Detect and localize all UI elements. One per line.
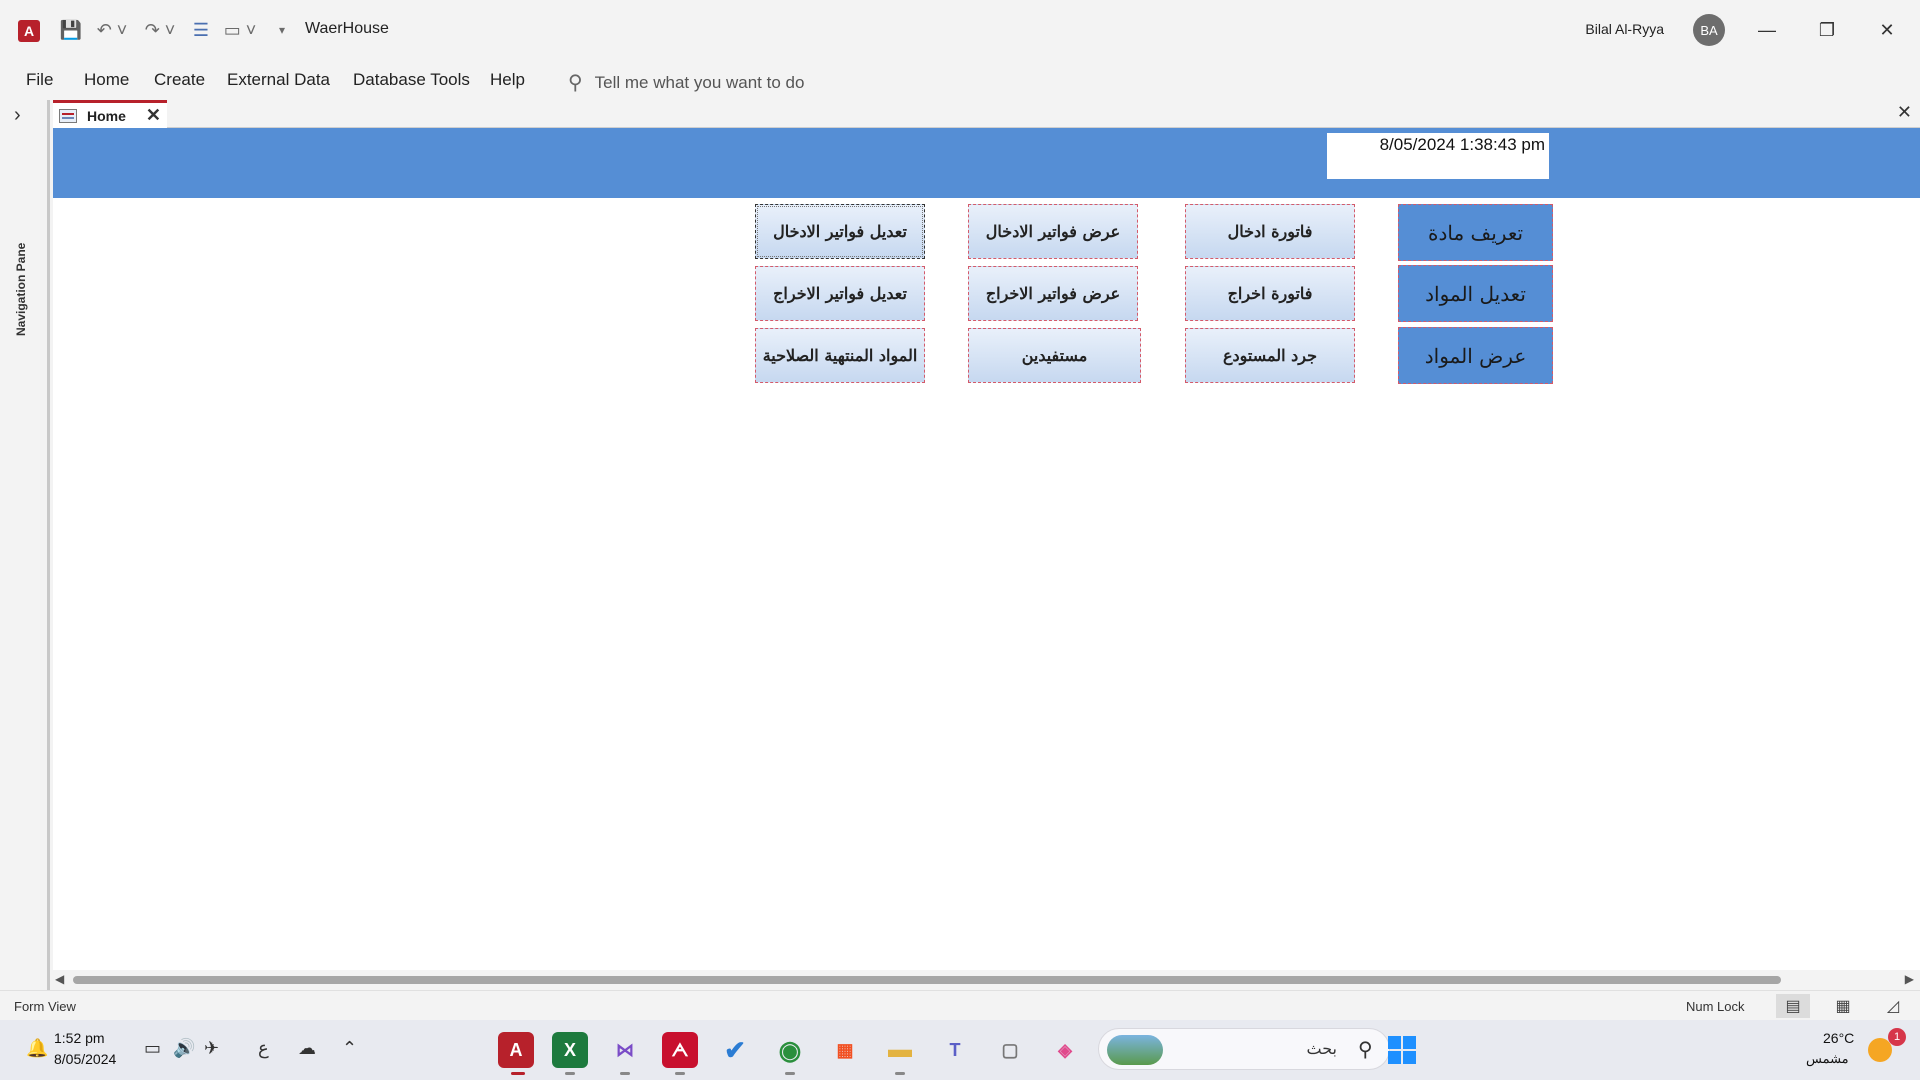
file-explorer-taskbar-icon[interactable]: ▬ [882, 1032, 918, 1068]
todo-taskbar-icon[interactable]: ✔ [717, 1032, 753, 1068]
undo-icon[interactable]: ↶ ˅ [92, 16, 132, 44]
layout-view-icon[interactable]: ▦ [1826, 994, 1860, 1018]
acrobat-taskbar-icon[interactable]: ᗅ [662, 1032, 698, 1068]
clock-date[interactable]: 8/05/2024 [54, 1051, 116, 1067]
battery-icon[interactable]: ▭ [144, 1038, 161, 1059]
minimize-button[interactable]: — [1744, 12, 1790, 48]
input-invoice-button[interactable]: فاتورة ادخال [1185, 204, 1355, 259]
navigation-pane-label[interactable]: Navigation Pane [14, 243, 28, 336]
close-document-icon[interactable]: ✕ [1897, 102, 1912, 123]
navigation-pane[interactable]: › Navigation Pane [0, 100, 50, 990]
view-output-invoices-button[interactable]: عرض فواتير الاخراج [968, 266, 1138, 321]
volume-icon[interactable]: 🔊 [173, 1038, 195, 1059]
horizontal-scrollbar[interactable]: ◀ ▶ [53, 970, 1920, 990]
scroll-left-icon[interactable]: ◀ [55, 972, 64, 986]
teams-taskbar-icon[interactable]: T [937, 1032, 973, 1068]
ribbon: File Home Create External Data Database … [0, 60, 1920, 100]
edit-input-invoices-button[interactable]: تعديل فواتير الادخال [755, 204, 925, 259]
store-taskbar-icon[interactable]: ▦ [827, 1032, 863, 1068]
title-bar: A 💾 ↶ ˅ ↷ ˅ ☰ ▭ ˅ ▾ WaerHouse Bilal Al-R… [0, 0, 1920, 60]
tell-me-text: Tell me what you want to do [594, 72, 805, 92]
customize-qat-icon[interactable]: ▾ [272, 16, 292, 44]
access-icon[interactable]: A [18, 20, 40, 42]
define-item-button[interactable]: تعريف مادة [1398, 204, 1553, 261]
view-items-button[interactable]: عرض المواد [1398, 327, 1553, 384]
user-name[interactable]: Bilal Al-Ryya [1585, 21, 1664, 37]
language-indicator[interactable]: ع [258, 1038, 269, 1059]
excel-taskbar-icon[interactable]: X [552, 1032, 588, 1068]
tell-me-search[interactable]: ⚲ Tell me what you want to do [568, 70, 804, 95]
weather-temperature[interactable]: 26°C [1823, 1030, 1854, 1046]
running-indicator [565, 1072, 575, 1075]
close-button[interactable]: ✕ [1864, 12, 1910, 48]
list-view-icon[interactable]: ☰ [188, 16, 214, 44]
access-taskbar-icon[interactable]: A [498, 1032, 534, 1068]
restore-button[interactable]: ❐ [1804, 12, 1850, 48]
airplane-icon[interactable]: ✈ [204, 1038, 219, 1059]
redo-icon[interactable]: ↷ ˅ [140, 16, 180, 44]
bell-icon[interactable]: 🔔 [26, 1038, 48, 1059]
expired-items-button[interactable]: المواد المنتهية الصلاحية [755, 328, 925, 383]
tab-help[interactable]: Help [490, 70, 525, 90]
taskbar-search[interactable]: بحث ⚲ [1098, 1028, 1390, 1070]
edit-items-button[interactable]: تعديل المواد [1398, 265, 1553, 322]
form-icon [59, 108, 77, 123]
cloud-icon[interactable]: ☁ [298, 1038, 316, 1059]
running-indicator [675, 1072, 685, 1075]
search-highlight-image [1107, 1035, 1163, 1065]
preview-app-taskbar-icon[interactable]: ◈ [1047, 1032, 1083, 1068]
tab-external-data[interactable]: External Data [227, 70, 330, 90]
form-header: 8/05/2024 1:38:43 pm [53, 128, 1920, 198]
view-icon[interactable]: ▭ ˅ [220, 16, 260, 44]
doc-tab-label: Home [87, 107, 126, 124]
tab-file[interactable]: File [26, 70, 53, 90]
search-placeholder: بحث [1306, 1041, 1338, 1058]
window-title: WaerHouse [305, 20, 389, 37]
scroll-right-icon[interactable]: ▶ [1905, 972, 1914, 986]
output-invoice-button[interactable]: فاتورة اخراج [1185, 266, 1355, 321]
numlock-indicator: Num Lock [1686, 999, 1745, 1014]
notepad-taskbar-icon[interactable]: ▢ [992, 1032, 1028, 1068]
beneficiaries-button[interactable]: مستفيدين [968, 328, 1141, 383]
view-status: Form View [14, 999, 76, 1014]
form-view-icon[interactable]: ▤ [1776, 994, 1810, 1018]
visual-studio-taskbar-icon[interactable]: ⋈ [607, 1032, 643, 1068]
status-bar: Form View Num Lock ▤ ▦ ◿ [0, 990, 1920, 1020]
running-indicator [895, 1072, 905, 1075]
edit-output-invoices-button[interactable]: تعديل فواتير الاخراج [755, 266, 925, 321]
design-view-icon[interactable]: ◿ [1876, 994, 1910, 1018]
warehouse-inventory-button[interactable]: جرد المستودع [1185, 328, 1355, 383]
tab-create[interactable]: Create [154, 70, 205, 90]
clock-time[interactable]: 1:52 pm [54, 1030, 105, 1046]
document-tabs: Home ✕ ✕ [53, 100, 1920, 128]
view-input-invoices-button[interactable]: عرض فواتير الادخال [968, 204, 1138, 259]
notification-badge: 1 [1888, 1028, 1906, 1046]
running-indicator [620, 1072, 630, 1075]
taskbar: 🔔 1:52 pm 8/05/2024 ▭ 🔊 ✈ ع ☁ ⌃ A X ⋈ ᗅ … [0, 1020, 1920, 1080]
running-indicator [785, 1072, 795, 1075]
windows-start-icon[interactable] [1388, 1036, 1416, 1064]
chevron-right-icon[interactable]: › [14, 104, 21, 127]
weather-description[interactable]: مشمس [1806, 1051, 1849, 1067]
scroll-thumb[interactable] [73, 976, 1781, 984]
search-icon: ⚲ [568, 72, 583, 94]
avatar[interactable]: BA [1693, 14, 1725, 46]
close-icon[interactable]: ✕ [146, 105, 161, 126]
search-icon: ⚲ [1358, 1039, 1373, 1061]
chrome-taskbar-icon[interactable]: ◉ [772, 1032, 808, 1068]
active-indicator [511, 1072, 525, 1075]
tab-home[interactable]: Home [84, 70, 129, 90]
tab-database-tools[interactable]: Database Tools [353, 70, 470, 90]
chevron-up-icon[interactable]: ⌃ [342, 1038, 357, 1059]
tab-home-form[interactable]: Home ✕ [53, 100, 167, 128]
datetime-field[interactable]: 8/05/2024 1:38:43 pm [1327, 133, 1549, 179]
save-icon[interactable]: 💾 [58, 16, 84, 44]
form-area: 8/05/2024 1:38:43 pm تعريف مادة فاتورة ا… [53, 128, 1920, 970]
